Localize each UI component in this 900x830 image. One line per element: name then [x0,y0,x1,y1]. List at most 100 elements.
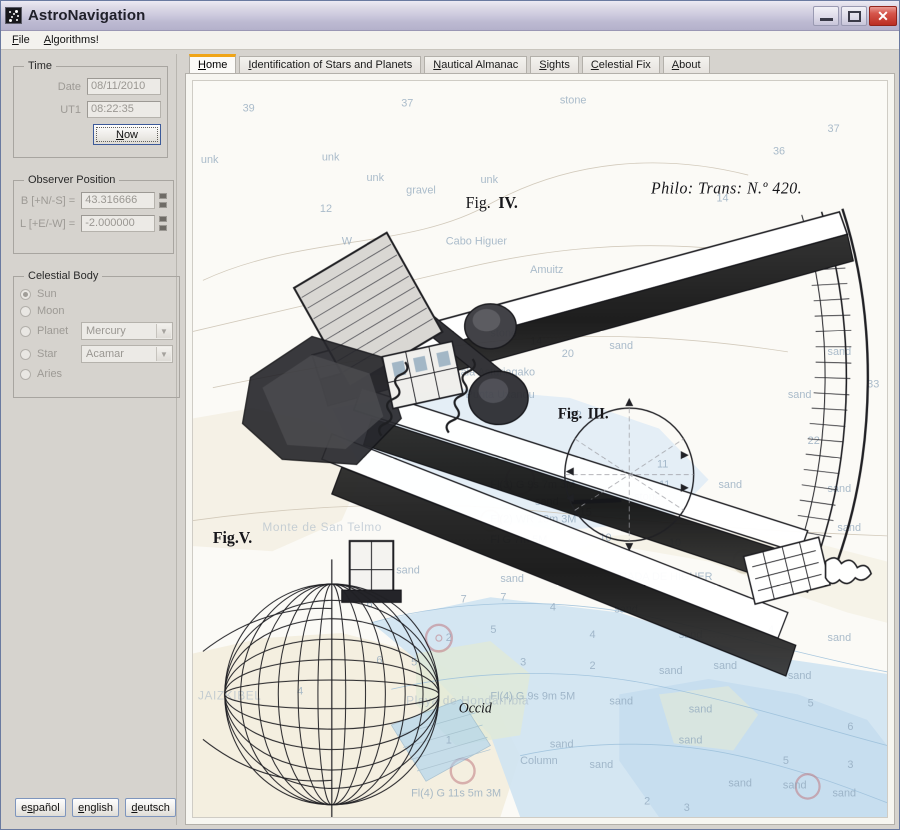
latitude-input[interactable]: 43.316666 [81,192,156,209]
ut1-label: UT1 [60,103,81,116]
time-panel-legend: Time [28,60,53,72]
svg-text:Column: Column [520,755,558,767]
svg-text:1: 1 [446,734,452,746]
svg-text:sand: sand [718,479,742,491]
svg-text:sand: sand [783,779,807,791]
svg-text:2: 2 [446,632,452,644]
svg-text:sand: sand [659,665,683,677]
svg-text:37: 37 [401,97,413,109]
planet-select[interactable]: Mercury ▼ [81,322,173,340]
tab-home[interactable]: Home [189,54,237,73]
svg-text:gravel: gravel [406,184,436,196]
window-title: AstroNavigation [28,7,146,24]
svg-text:sand: sand [828,346,852,358]
tab-identification-of-stars-and-planets[interactable]: Identification of Stars and Planets [239,56,422,73]
menu-item-file[interactable]: File [7,32,39,48]
longitude-input[interactable]: -2.000000 [81,215,156,232]
celestial-body-legend: Celestial Body [28,270,99,282]
svg-text:unk: unk [201,154,219,166]
tab-sights[interactable]: Sights [530,56,579,73]
svg-text:4: 4 [550,601,556,613]
octant-chart-graphic: 39 37 stone36 37 unk unk unkgravel unk12 1… [193,81,887,817]
menu-item-algorithms[interactable]: Algorithms! [39,32,108,48]
svg-text:12: 12 [320,203,332,215]
svg-text:3: 3 [520,657,526,669]
radio-planet[interactable] [20,325,31,337]
radio-moon[interactable] [20,305,31,317]
radio-row-star[interactable]: Star Acamar ▼ [20,345,173,363]
ut1-input[interactable]: 08:22:35 [87,101,161,118]
svg-text:7: 7 [461,593,467,605]
tab-panel-home: 39 37 stone 36 37 unk unk unk gravel unk 12 1… [185,73,895,825]
svg-text:sand: sand [500,573,524,585]
latitude-spinner[interactable] [159,193,168,208]
svg-text:Amuitz: Amuitz [530,264,563,276]
svg-text:6: 6 [847,721,853,733]
svg-text:2: 2 [644,796,650,808]
sidebar: Time Date 08/11/2010 UT1 08:22:35 Now Ob… [5,54,180,825]
tab-celestial-fix[interactable]: Celestial Fix [581,56,660,73]
svg-text:sand: sand [828,632,852,644]
ut1-field-row: UT1 08:22:35 [20,101,161,118]
now-button-row: Now [20,124,161,145]
svg-text:JAIZKIBEL: JAIZKIBEL [198,688,262,702]
radio-label-sun: Sun [37,288,57,300]
date-input[interactable]: 08/11/2010 [87,78,161,95]
svg-text:22: 22 [808,435,820,447]
svg-text:20: 20 [562,348,574,360]
close-button[interactable]: ✕ [869,5,897,26]
language-button-espanol[interactable]: e s pañol [15,798,66,817]
close-icon: ✕ [877,7,889,24]
svg-text:sand: sand [609,340,633,352]
svg-text:7: 7 [500,591,506,603]
tab-about[interactable]: About [662,56,710,73]
svg-text:3: 3 [847,759,853,771]
title-bar: AstroNavigation ✕ [1,1,899,31]
radio-row-aries[interactable]: Aries [20,368,173,380]
time-panel: Time Date 08/11/2010 UT1 08:22:35 Now [13,60,168,158]
star-select[interactable]: Acamar ▼ [81,345,173,363]
svg-text:6: 6 [376,655,382,667]
radio-row-moon[interactable]: Moon [20,305,173,317]
radio-row-sun[interactable]: Sun [20,288,173,300]
planet-select-value: Mercury [86,325,126,337]
language-button-english[interactable]: e nglish [71,798,120,817]
longitude-spinner[interactable] [159,216,168,231]
svg-text:sand: sand [832,787,856,799]
svg-text:37: 37 [828,123,840,135]
now-button[interactable]: Now [93,124,161,145]
svg-text:sand: sand [590,759,614,771]
maximize-button[interactable] [841,5,867,26]
svg-text:Fl(4) G 11s 5m 3M: Fl(4) G 11s 5m 3M [411,787,501,799]
radio-star[interactable] [20,348,31,360]
longitude-field-row: L [+E/-W] = -2.000000 [20,215,168,232]
svg-text:sand: sand [609,695,633,707]
svg-text:sand: sand [679,734,703,746]
latitude-label: B [+N/-S] = [20,194,76,207]
radio-row-planet[interactable]: Planet Mercury ▼ [20,322,173,340]
observer-position-panel: Observer Position B [+N/-S] = 43.316666 … [13,174,175,254]
svg-text:5: 5 [783,755,789,767]
radio-sun[interactable] [20,288,31,300]
application-window: AstroNavigation ✕ File Algorithms! Time … [0,0,900,830]
svg-text:sand: sand [396,565,420,577]
window-body: Time Date 08/11/2010 UT1 08:22:35 Now Ob… [1,50,899,829]
svg-text:IV.: IV. [498,195,518,212]
svg-text:3: 3 [684,802,690,814]
language-button-deutsch[interactable]: d eutsch [125,798,177,817]
radio-aries[interactable] [20,368,31,380]
svg-text:39: 39 [243,103,255,115]
svg-text:W: W [342,235,353,247]
tab-nautical-almanac[interactable]: Nautical Almanac [424,56,528,73]
starfield-icon [5,7,22,24]
radio-label-aries: Aries [37,368,63,380]
observer-position-legend: Observer Position [28,174,116,186]
svg-text:Fig.V.: Fig.V. [213,530,252,547]
home-illustration: 39 37 stone 36 37 unk unk unk gravel unk 12 1… [192,80,888,818]
svg-text:sand: sand [714,660,738,672]
svg-text:sand: sand [788,389,812,401]
svg-text:sand: sand [550,738,574,750]
minimize-button[interactable] [813,5,839,26]
svg-text:Occid: Occid [459,701,493,717]
svg-text:Fig.: Fig. [558,406,583,422]
